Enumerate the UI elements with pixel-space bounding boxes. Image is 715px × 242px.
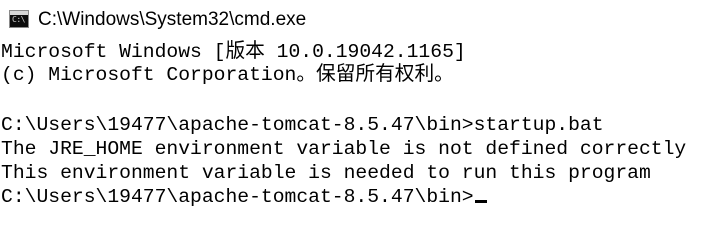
console-line-version: Microsoft Windows [版本 10.0.19042.1165] <box>1 41 466 63</box>
text-cursor <box>474 200 487 203</box>
prompt-text: C:\Users\19477\apache-tomcat-8.5.47\bin> <box>1 186 474 208</box>
console-line-error-2: This environment variable is needed to r… <box>1 162 651 184</box>
icon-prompt-text: C:\ <box>12 15 25 24</box>
console-output[interactable]: Microsoft Windows [版本 10.0.19042.1165] (… <box>0 40 715 242</box>
cmd-window: C:\ C:\Windows\System32\cmd.exe Microsof… <box>0 0 715 242</box>
title-bar[interactable]: C:\ C:\Windows\System32\cmd.exe <box>0 0 715 40</box>
console-line-copyright: (c) Microsoft Corporation。保留所有权利。 <box>1 64 454 86</box>
window-title: C:\Windows\System32\cmd.exe <box>38 9 307 30</box>
cmd-app-icon[interactable]: C:\ <box>9 10 29 28</box>
console-line-command: C:\Users\19477\apache-tomcat-8.5.47\bin>… <box>1 114 604 136</box>
console-line-prompt[interactable]: C:\Users\19477\apache-tomcat-8.5.47\bin> <box>1 186 487 209</box>
console-line-error-1: The JRE_HOME environment variable is not… <box>1 138 687 160</box>
